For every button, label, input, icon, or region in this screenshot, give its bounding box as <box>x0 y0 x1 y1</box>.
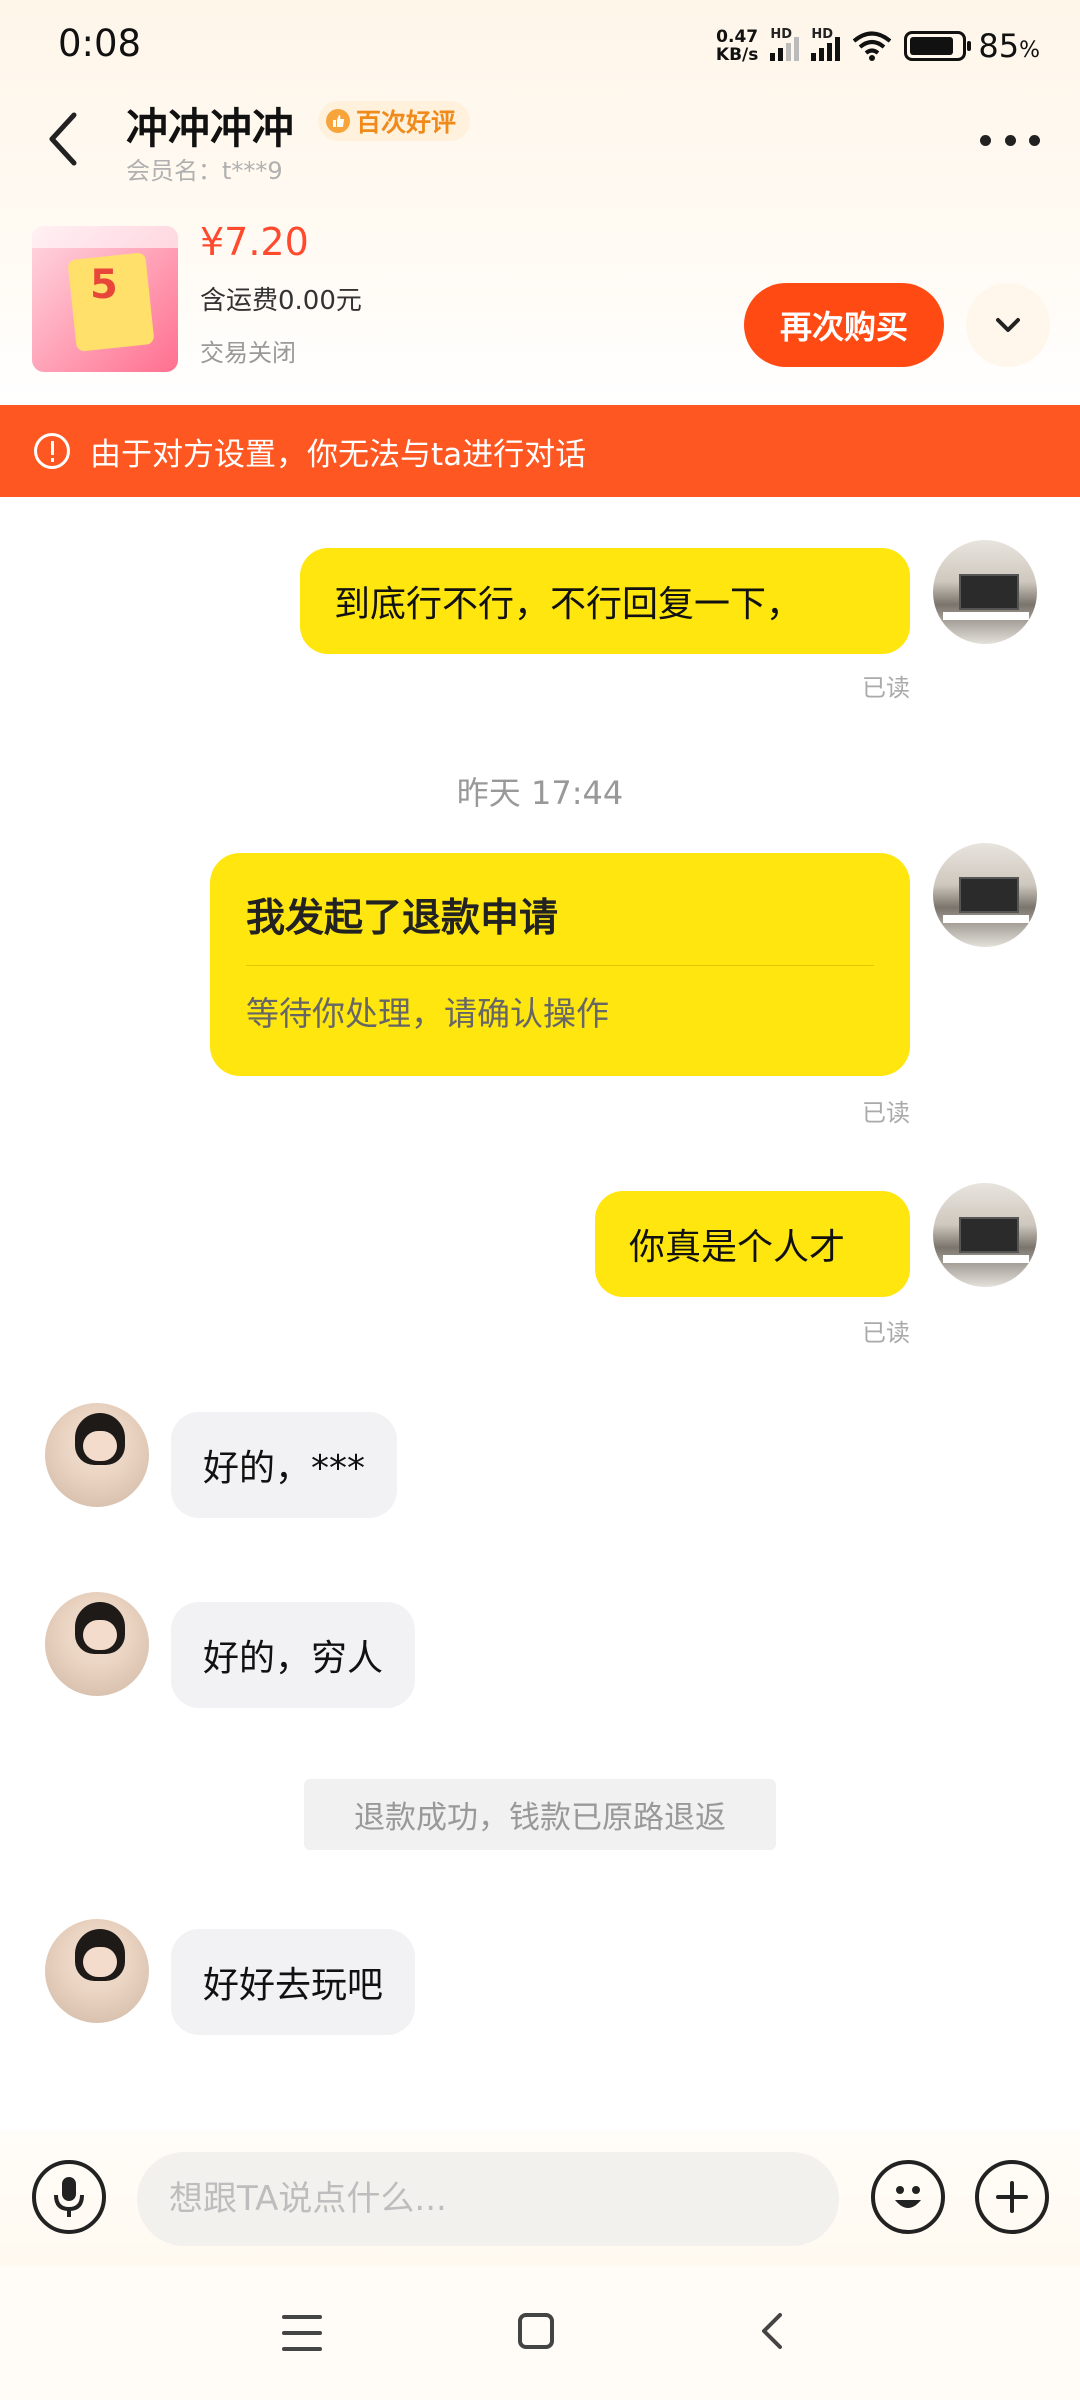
system-message: 退款成功，钱款已原路退返 <box>304 1779 776 1850</box>
status-bar: 0:08 0.47 KB/s HD HD 85% <box>0 0 1080 90</box>
incoming-message[interactable]: 好的，*** <box>171 1412 398 1518</box>
restriction-banner: 由于对方设置，你无法与ta进行对话 <box>0 405 1080 497</box>
expand-button[interactable] <box>966 283 1050 367</box>
message-text: 你真是个人才 <box>629 1227 846 1268</box>
back-button[interactable] <box>40 103 90 173</box>
refund-title: 我发起了退款申请 <box>246 896 559 941</box>
speed-value: 0.47 <box>716 27 759 47</box>
thumbnail-text: 5 <box>90 262 118 308</box>
read-receipt: 已读 <box>862 674 910 702</box>
recent-apps-button[interactable] <box>282 2315 322 2351</box>
seller-name: 冲冲冲冲 <box>126 104 295 153</box>
signal-1-icon: HD <box>770 27 800 61</box>
rebuy-button[interactable]: 再次购买 <box>744 283 944 367</box>
seller-avatar[interactable] <box>45 1919 149 2023</box>
emoji-button[interactable] <box>871 2160 945 2234</box>
thumbs-up-icon <box>326 109 350 133</box>
chevron-left-icon <box>49 112 77 166</box>
signal-2-icon: HD <box>811 27 841 61</box>
read-receipt: 已读 <box>862 1099 910 1127</box>
incoming-message[interactable]: 好的，穷人 <box>171 1602 416 1708</box>
my-avatar[interactable] <box>933 540 1037 644</box>
message-text: 好的，*** <box>203 1448 366 1489</box>
hd-label: HD <box>811 27 834 42</box>
network-speed: 0.47 KB/s <box>716 28 758 64</box>
chat-header: 冲冲冲冲 百次好评 会员名：t***9 <box>0 95 1080 205</box>
outgoing-message[interactable]: 你真是个人才 <box>595 1191 910 1297</box>
message-text: 到底行不行，不行回复一下， <box>334 584 803 625</box>
divider <box>246 965 874 966</box>
message-text: 好的，穷人 <box>203 1638 384 1679</box>
product-price: ¥7.20 <box>200 220 309 264</box>
badge-label: 百次好评 <box>356 108 457 137</box>
product-thumbnail[interactable]: 5 <box>32 226 178 372</box>
dot-icon <box>1029 134 1040 146</box>
refund-request-card[interactable]: 我发起了退款申请 等待你处理，请确认操作 <box>210 853 910 1076</box>
dot-icon <box>980 134 991 146</box>
product-card[interactable]: 5 ¥7.20 含运费0.00元 交易关闭 再次购买 <box>0 220 1080 380</box>
my-avatar[interactable] <box>933 843 1037 947</box>
speed-unit: KB/s <box>715 45 759 65</box>
more-actions-button[interactable] <box>975 2160 1049 2234</box>
hd-label: HD <box>770 27 793 42</box>
plus-icon <box>996 2181 1028 2213</box>
shipping-fee: 含运费0.00元 <box>200 286 362 316</box>
battery-percent: 85% <box>978 27 1040 65</box>
order-status: 交易关闭 <box>200 339 296 367</box>
refund-subtitle: 等待你处理，请确认操作 <box>246 994 609 1033</box>
system-back-button[interactable] <box>752 2309 796 2353</box>
microphone-icon <box>54 2177 84 2217</box>
seller-avatar[interactable] <box>45 1592 149 1696</box>
incoming-message[interactable]: 好好去玩吧 <box>171 1929 416 2035</box>
system-navigation-bar <box>0 2265 1080 2400</box>
dot-icon <box>1004 134 1016 146</box>
message-input[interactable] <box>137 2152 839 2246</box>
rating-badge: 百次好评 <box>318 101 471 141</box>
battery-icon <box>904 31 972 61</box>
wifi-icon <box>853 31 892 61</box>
read-receipt: 已读 <box>862 1319 910 1347</box>
home-button[interactable] <box>518 2313 554 2349</box>
seller-avatar[interactable] <box>45 1403 149 1507</box>
status-icons: 0.47 KB/s HD HD 85% <box>716 22 1040 70</box>
back-arrow-icon <box>762 2313 782 2349</box>
voice-button[interactable] <box>32 2160 106 2234</box>
message-text: 好好去玩吧 <box>203 1965 384 2006</box>
more-options-button[interactable] <box>980 125 1040 155</box>
smiley-icon <box>895 2186 921 2208</box>
member-name: 会员名：t***9 <box>126 157 283 185</box>
outgoing-message[interactable]: 到底行不行，不行回复一下， <box>300 548 910 654</box>
time-separator: 昨天 17:44 <box>456 774 624 812</box>
chevron-down-icon <box>996 318 1020 332</box>
status-time: 0:08 <box>58 22 142 65</box>
banner-text: 由于对方设置，你无法与ta进行对话 <box>90 436 587 473</box>
my-avatar[interactable] <box>933 1183 1037 1287</box>
warning-icon <box>34 433 70 469</box>
input-bar <box>0 2130 1080 2265</box>
